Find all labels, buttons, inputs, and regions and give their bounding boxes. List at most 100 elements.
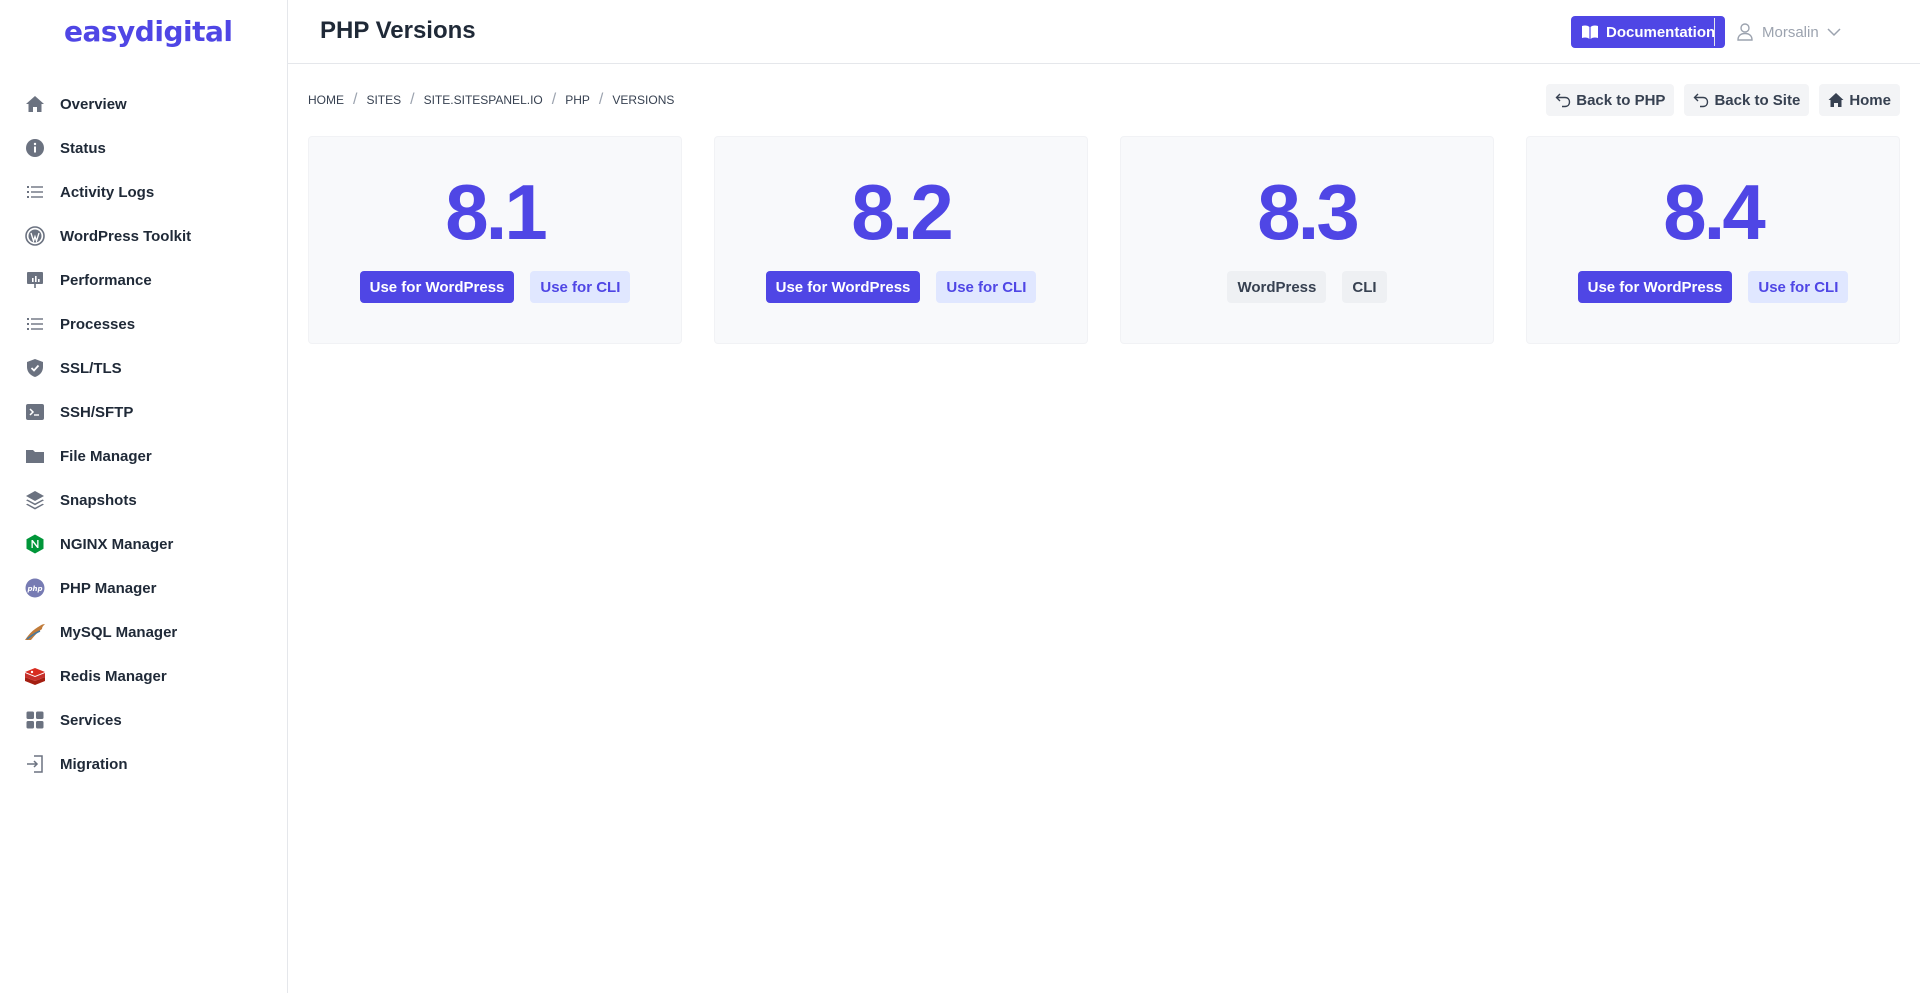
layers-icon (24, 489, 46, 511)
sidebar-item-label: SSH/SFTP (60, 404, 133, 421)
sidebar-item-ssh-sftp[interactable]: SSH/SFTP (0, 390, 287, 434)
breadcrumb-separator: / (552, 91, 556, 109)
home-icon (1828, 92, 1844, 108)
breadcrumb-php[interactable]: PHP (565, 93, 590, 107)
info-icon (24, 137, 46, 159)
sidebar-item-ssl-tls[interactable]: SSL/TLS (0, 346, 287, 390)
use-for-wordpress-button[interactable]: Use for WordPress (766, 271, 921, 303)
nginx-icon (24, 533, 46, 555)
back-to-site-label: Back to Site (1714, 92, 1800, 109)
sidebar-item-label: Processes (60, 316, 135, 333)
version-number: 8.4 (1527, 173, 1899, 251)
user-menu[interactable]: Morsalin (1737, 19, 1841, 45)
sidebar-item-label: NGINX Manager (60, 536, 173, 553)
breadcrumb-separator: / (410, 91, 414, 109)
breadcrumb: HOME / SITES / SITE.SITESPANEL.IO / PHP … (308, 91, 674, 109)
top-header: PHP Versions Documentation Morsalin (288, 0, 1920, 64)
header-divider (1714, 18, 1715, 46)
sidebar-item-label: Services (60, 712, 122, 729)
back-to-php-label: Back to PHP (1576, 92, 1665, 109)
sidebar-item-label: PHP Manager (60, 580, 156, 597)
breadcrumb-separator: / (353, 91, 357, 109)
card-actions: Use for WordPress Use for CLI (309, 271, 681, 303)
folder-icon (24, 445, 46, 467)
use-for-wordpress-button[interactable]: Use for WordPress (1578, 271, 1733, 303)
chart-board-icon (24, 269, 46, 291)
version-card-8-3: 8.3 WordPress CLI (1120, 136, 1494, 344)
sidebar-item-php-manager[interactable]: php PHP Manager (0, 566, 287, 610)
brand-logo-text: easydigital (64, 15, 232, 48)
chevron-down-icon (1827, 27, 1841, 37)
sidebar-item-overview[interactable]: Overview (0, 82, 287, 126)
back-to-php-button[interactable]: Back to PHP (1546, 84, 1674, 116)
sidebar-item-performance[interactable]: Performance (0, 258, 287, 302)
sidebar-item-file-manager[interactable]: File Manager (0, 434, 287, 478)
sidebar-item-snapshots[interactable]: Snapshots (0, 478, 287, 522)
documentation-button[interactable]: Documentation (1571, 16, 1725, 48)
svg-text:php: php (26, 585, 42, 593)
sidebar-item-label: Overview (60, 96, 127, 113)
version-number: 8.1 (309, 173, 681, 251)
sidebar-item-label: Performance (60, 272, 152, 289)
sidebar-item-label: Snapshots (60, 492, 137, 509)
cli-active-badge: CLI (1342, 271, 1386, 303)
sidebar-item-label: Activity Logs (60, 184, 154, 201)
breadcrumb-home[interactable]: HOME (308, 93, 344, 107)
breadcrumb-separator: / (599, 91, 603, 109)
sidebar-item-activity-logs[interactable]: Activity Logs (0, 170, 287, 214)
sidebar-item-processes[interactable]: Processes (0, 302, 287, 346)
breadcrumb-site[interactable]: SITE.SITESPANEL.IO (424, 93, 543, 107)
documentation-label: Documentation (1606, 24, 1715, 41)
page-title: PHP Versions (320, 17, 476, 45)
list-icon (24, 313, 46, 335)
grid-icon (24, 709, 46, 731)
php-version-cards: 8.1 Use for WordPress Use for CLI 8.2 Us… (308, 136, 1900, 344)
sidebar-item-label: Status (60, 140, 106, 157)
sidebar-item-label: File Manager (60, 448, 152, 465)
wordpress-active-badge: WordPress (1227, 271, 1326, 303)
mysql-dolphin-icon (24, 621, 46, 643)
version-card-8-4: 8.4 Use for WordPress Use for CLI (1526, 136, 1900, 344)
sidebar-item-redis-manager[interactable]: Redis Manager (0, 654, 287, 698)
home-icon (24, 93, 46, 115)
back-arrow-icon (1693, 92, 1709, 108)
sidebar-item-services[interactable]: Services (0, 698, 287, 742)
sidebar-nav: Overview Status Activity Logs WordPress … (0, 82, 287, 786)
card-actions: WordPress CLI (1121, 271, 1493, 303)
migration-icon (24, 753, 46, 775)
sidebar-item-label: SSL/TLS (60, 360, 122, 377)
sidebar: easydigital Overview Status Activity Log… (0, 0, 288, 993)
sidebar-item-nginx-manager[interactable]: NGINX Manager (0, 522, 287, 566)
home-button[interactable]: Home (1819, 84, 1900, 116)
card-actions: Use for WordPress Use for CLI (1527, 271, 1899, 303)
use-for-cli-button[interactable]: Use for CLI (530, 271, 630, 303)
version-card-8-2: 8.2 Use for WordPress Use for CLI (714, 136, 1088, 344)
user-name: Morsalin (1762, 24, 1819, 41)
sidebar-item-mysql-manager[interactable]: MySQL Manager (0, 610, 287, 654)
back-to-site-button[interactable]: Back to Site (1684, 84, 1809, 116)
sidebar-item-wordpress-toolkit[interactable]: WordPress Toolkit (0, 214, 287, 258)
wordpress-icon (24, 225, 46, 247)
sidebar-item-label: Migration (60, 756, 128, 773)
use-for-cli-button[interactable]: Use for CLI (1748, 271, 1848, 303)
redis-icon (24, 665, 46, 687)
breadcrumb-versions: VERSIONS (612, 93, 674, 107)
sidebar-item-migration[interactable]: Migration (0, 742, 287, 786)
sidebar-item-status[interactable]: Status (0, 126, 287, 170)
breadcrumb-sites[interactable]: SITES (366, 93, 401, 107)
list-icon (24, 181, 46, 203)
version-number: 8.2 (715, 173, 1087, 251)
book-open-icon (1581, 24, 1599, 40)
php-icon: php (24, 577, 46, 599)
page-actions: Back to PHP Back to Site Home (1546, 84, 1900, 116)
sidebar-item-label: Redis Manager (60, 668, 167, 685)
home-label: Home (1849, 92, 1891, 109)
sidebar-item-label: MySQL Manager (60, 624, 177, 641)
use-for-wordpress-button[interactable]: Use for WordPress (360, 271, 515, 303)
version-number: 8.3 (1121, 173, 1493, 251)
brand-logo[interactable]: easydigital (64, 12, 232, 50)
back-arrow-icon (1555, 92, 1571, 108)
version-card-8-1: 8.1 Use for WordPress Use for CLI (308, 136, 682, 344)
use-for-cli-button[interactable]: Use for CLI (936, 271, 1036, 303)
user-icon (1737, 23, 1753, 41)
